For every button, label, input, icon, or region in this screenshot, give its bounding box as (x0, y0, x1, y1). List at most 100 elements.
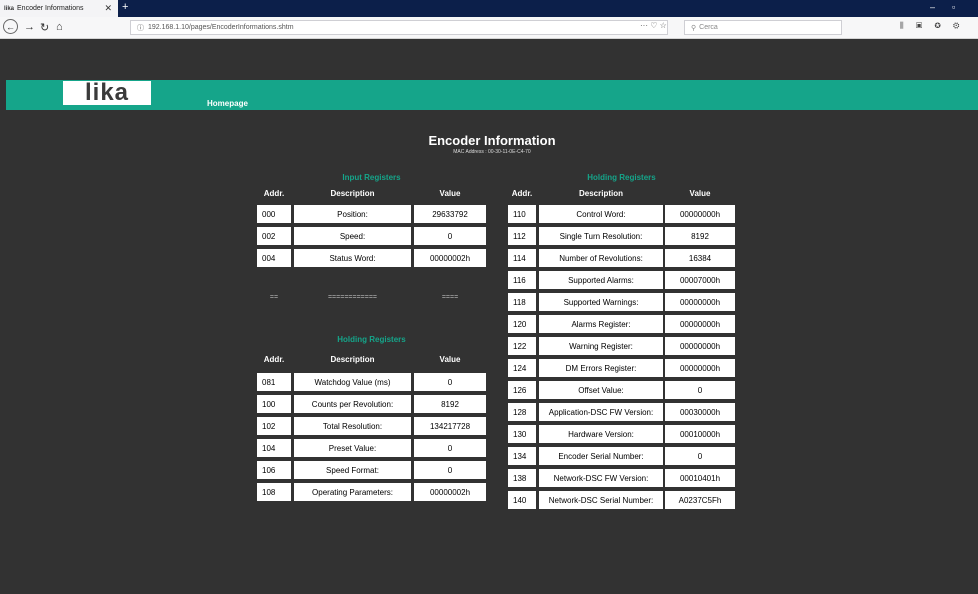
input_registers-value: 29633792 (414, 205, 486, 223)
holding_registers_left-title: Holding Registers (337, 335, 406, 344)
holding_registers_left-value: 0 (414, 373, 486, 391)
input_registers-desc: Speed: (294, 227, 411, 245)
holding_registers_right-value: 00010000h (665, 425, 735, 443)
holding_registers_right-desc: Supported Alarms: (539, 271, 663, 289)
browser-tab[interactable]: lika Encoder Informations ✕ (0, 0, 118, 17)
holding_registers_right-desc: DM Errors Register: (539, 359, 663, 377)
input_registers-header: Description (330, 189, 375, 198)
close-tab-icon[interactable]: ✕ (104, 3, 112, 14)
holding_registers_right-value: 00007000h (665, 271, 735, 289)
holding_registers_right-addr: 122 (508, 337, 536, 355)
input_registers-header: Addr. (263, 189, 285, 198)
holding_registers_right-addr: 130 (508, 425, 536, 443)
holding_registers_left-value: 0 (414, 439, 486, 457)
holding_registers_left-value: 0 (414, 461, 486, 479)
holding_registers_left-value: 134217728 (414, 417, 486, 435)
holding_registers_right-value: 00000000h (665, 293, 735, 311)
holding_registers_right-value: 00030000h (665, 403, 735, 421)
holding_registers_left-value: 00000002h (414, 483, 486, 501)
input_registers-title: Input Registers (342, 173, 401, 182)
holding_registers_right-desc: Network-DSC Serial Number: (539, 491, 663, 509)
holding_registers_right-addr: 126 (508, 381, 536, 399)
browser-tab-strip: lika Encoder Informations ✕ + – ▫ (0, 0, 978, 17)
holding_registers_right-desc: Supported Warnings: (539, 293, 663, 311)
holding_registers_left-addr: 100 (257, 395, 291, 413)
search-icon: ⚲ (691, 24, 697, 32)
holding_registers_right-value: 00000000h (665, 359, 735, 377)
holding_registers_left-header: Value (439, 355, 461, 364)
holding_registers_left-value: 8192 (414, 395, 486, 413)
toolbar-icons[interactable]: ⫼ ▣ ✪ ⚙ (900, 21, 965, 31)
page-actions-icon[interactable]: ··· ♡ ☆ (640, 21, 667, 30)
holding_registers_right-value: 0 (665, 381, 735, 399)
holding_registers_left-desc: Counts per Revolution: (294, 395, 411, 413)
favicon-icon: lika (4, 5, 15, 12)
search-input[interactable]: ⚲ Cerca (684, 20, 842, 35)
holding_registers_right-value: A0237C5Fh (665, 491, 735, 509)
holding_registers_left-addr: 106 (257, 461, 291, 479)
separator-text: ============ (327, 294, 378, 301)
holding_registers_right-value: 00000000h (665, 337, 735, 355)
holding_registers_right-addr: 124 (508, 359, 536, 377)
holding_registers_right-addr: 110 (508, 205, 536, 223)
holding_registers_right-header: Description (578, 189, 623, 198)
holding_registers_right-desc: Warning Register: (539, 337, 663, 355)
holding_registers_left-desc: Total Resolution: (294, 417, 411, 435)
browser-toolbar: ← → ↻ ⌂ ⓘ 192.168.1.10/pages/EncoderInfo… (0, 17, 978, 39)
holding_registers_right-desc: Single Turn Resolution: (539, 227, 663, 245)
holding_registers_right-addr: 118 (508, 293, 536, 311)
holding_registers_right-value: 00010401h (665, 469, 735, 487)
input_registers-addr: 002 (257, 227, 291, 245)
holding_registers_right-header: Value (689, 189, 711, 198)
forward-icon[interactable]: → (24, 21, 35, 33)
separator-text: == (269, 294, 279, 301)
input_registers-addr: 004 (257, 249, 291, 267)
holding_registers_right-addr: 138 (508, 469, 536, 487)
minimize-icon[interactable]: – (930, 2, 935, 12)
new-tab-icon[interactable]: + (122, 1, 128, 13)
holding_registers_left-desc: Operating Parameters: (294, 483, 411, 501)
page-title-block: Encoder Information MAC Address : 00-30-… (6, 40, 978, 155)
holding_registers_right-desc: Hardware Version: (539, 425, 663, 443)
page-content: lika Homepage Encoder Information MAC Ad… (6, 40, 978, 594)
info-icon[interactable]: ⓘ (137, 23, 144, 33)
holding_registers_left-addr: 081 (257, 373, 291, 391)
reload-icon[interactable]: ↻ (40, 21, 49, 34)
url-bar[interactable]: ⓘ 192.168.1.10/pages/EncoderInformations… (130, 20, 668, 35)
tab-title: Encoder Informations (17, 5, 84, 12)
page-title: Encoder Information (428, 133, 556, 148)
holding_registers_right-header: Addr. (511, 189, 533, 198)
holding_registers_right-desc: Application-DSC FW Version: (539, 403, 663, 421)
holding_registers_left-header: Addr. (263, 355, 285, 364)
holding_registers_right-desc: Network-DSC FW Version: (539, 469, 663, 487)
holding_registers_right-value: 8192 (665, 227, 735, 245)
holding_registers_right-desc: Alarms Register: (539, 315, 663, 333)
url-text: 192.168.1.10/pages/EncoderInformations.s… (148, 24, 294, 31)
holding_registers_right-value: 00000000h (665, 315, 735, 333)
holding_registers_left-addr: 102 (257, 417, 291, 435)
holding_registers_right-addr: 128 (508, 403, 536, 421)
holding_registers_left-header: Description (330, 355, 375, 364)
input_registers-addr: 000 (257, 205, 291, 223)
separator-text: ==== (441, 294, 459, 301)
holding_registers_right-addr: 114 (508, 249, 536, 267)
holding_registers_left-addr: 104 (257, 439, 291, 457)
back-icon[interactable]: ← (3, 19, 18, 34)
holding_registers_left-addr: 108 (257, 483, 291, 501)
holding_registers_right-value: 00000000h (665, 205, 735, 223)
holding_registers_right-value: 16384 (665, 249, 735, 267)
holding_registers_right-addr: 120 (508, 315, 536, 333)
input_registers-desc: Position: (294, 205, 411, 223)
search-placeholder: Cerca (699, 24, 718, 31)
holding_registers_right-addr: 112 (508, 227, 536, 245)
holding_registers_left-desc: Speed Format: (294, 461, 411, 479)
holding_registers_right-addr: 116 (508, 271, 536, 289)
input_registers-desc: Status Word: (294, 249, 411, 267)
home-icon[interactable]: ⌂ (56, 21, 63, 33)
input_registers-value: 0 (414, 227, 486, 245)
holding_registers_right-addr: 134 (508, 447, 536, 465)
restore-icon[interactable]: ▫ (952, 2, 955, 12)
holding_registers_right-value: 0 (665, 447, 735, 465)
holding_registers_right-desc: Control Word: (539, 205, 663, 223)
holding_registers_left-desc: Watchdog Value (ms) (294, 373, 411, 391)
